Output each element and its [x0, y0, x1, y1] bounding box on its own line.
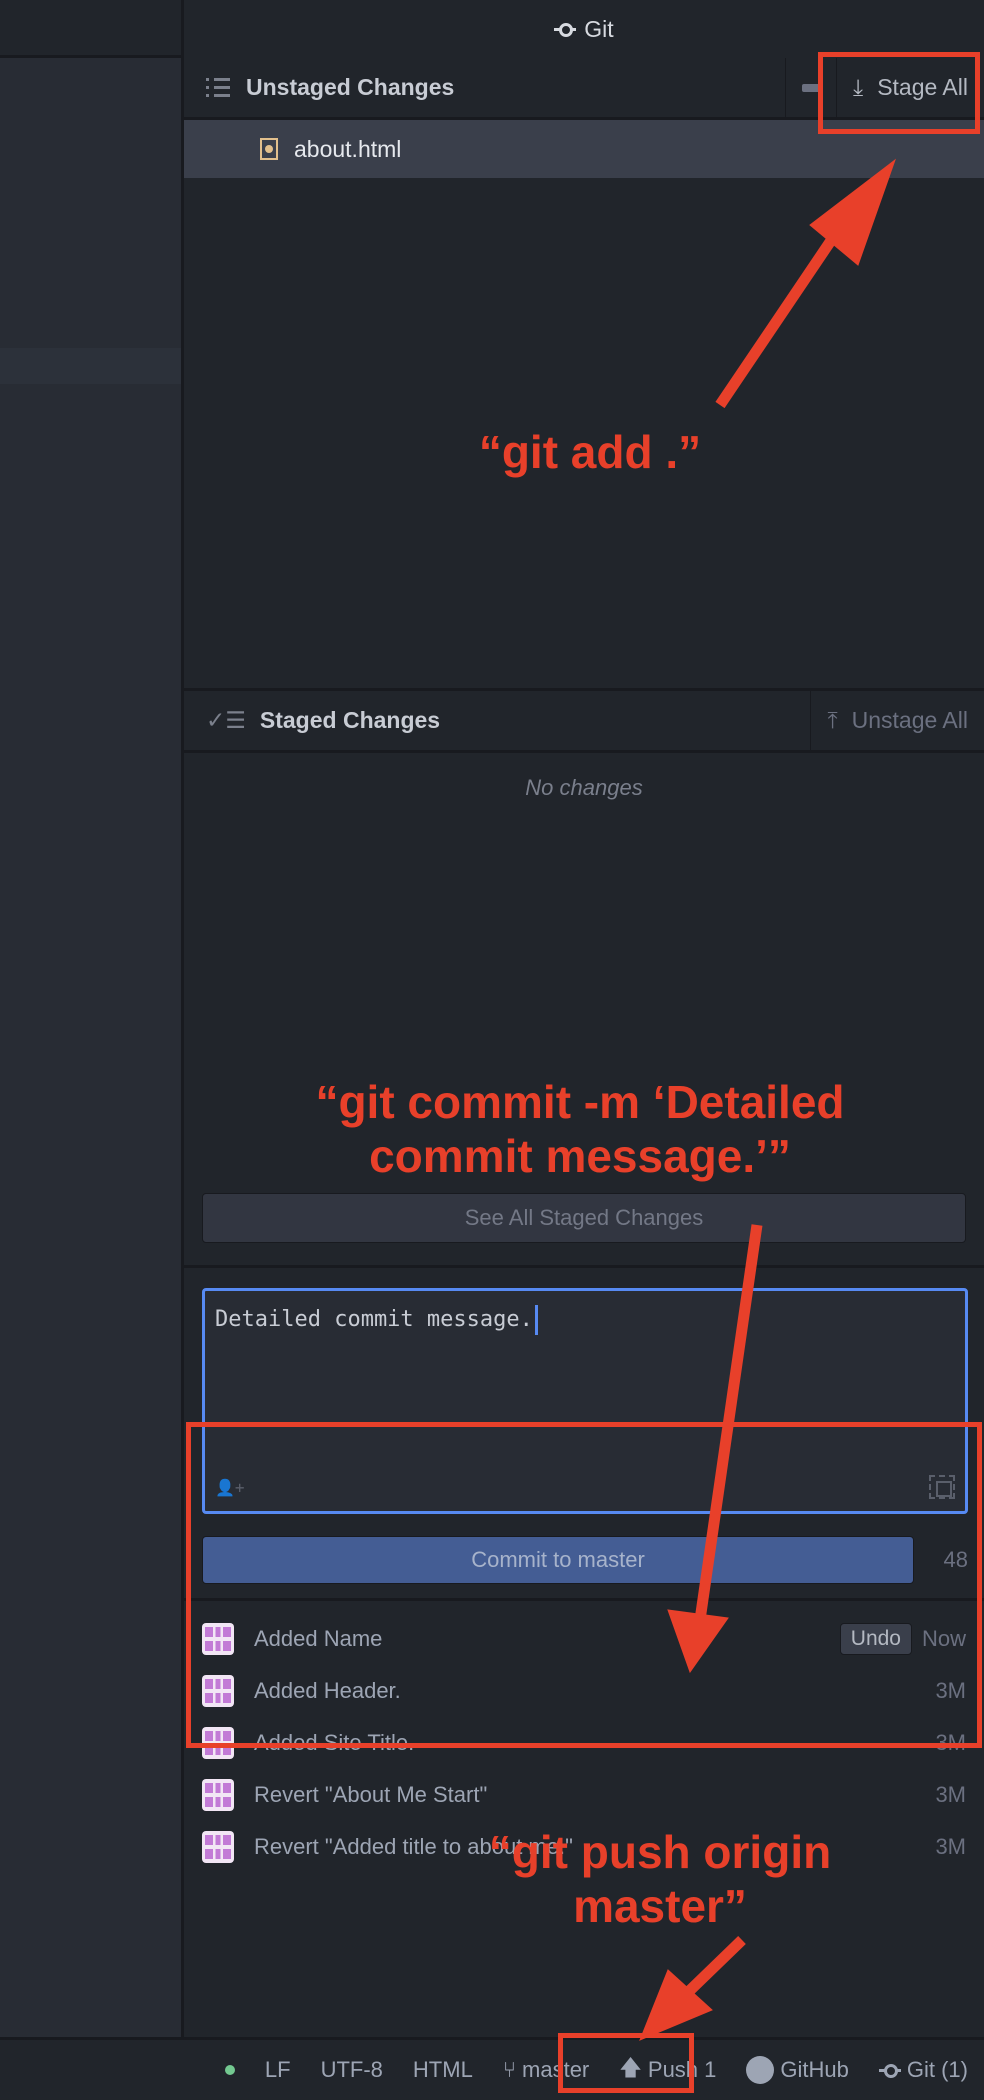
status-bar: LF UTF-8 HTML ⑂ master 🡅 Push 1 GitHub G…: [0, 2037, 984, 2100]
git-commit-icon: [878, 2063, 901, 2078]
line-ending-selector[interactable]: LF: [265, 2057, 291, 2083]
avatar: [202, 1831, 234, 1863]
upload-icon: ⤒: [827, 707, 838, 733]
git-commit-annotation: “git commit -m ‘Detailed commit message.…: [315, 1076, 845, 1183]
file-name: about.html: [294, 135, 402, 162]
git-panel-tab[interactable]: Git: [184, 0, 984, 58]
cursor-line-highlight: [0, 348, 181, 384]
checklist-icon: ✓☰: [206, 707, 246, 733]
staged-header: ✓☰ Staged Changes ⤒ Unstage All: [184, 691, 984, 753]
unstage-all-label: Unstage All: [851, 707, 968, 733]
git-label: Git (1): [906, 2057, 968, 2082]
github-tab-button[interactable]: GitHub: [746, 2056, 849, 2084]
editor-pane: [0, 0, 184, 2037]
staged-title: Staged Changes: [259, 707, 441, 733]
avatar: [202, 1779, 234, 1811]
git-commit-icon: [554, 22, 577, 37]
grammar-selector[interactable]: HTML: [413, 2057, 473, 2083]
unstaged-title: Unstaged Changes: [246, 74, 455, 100]
status-indicator: [224, 2065, 235, 2075]
github-label: GitHub: [780, 2057, 849, 2082]
git-tab-button[interactable]: Git (1): [878, 2057, 968, 2083]
commit-time: 3M: [935, 1834, 966, 1859]
unstage-all-button[interactable]: ⤒ Unstage All: [810, 691, 984, 750]
commit-message-text: Detailed commit message.: [215, 1307, 533, 1332]
list-icon: [206, 76, 232, 100]
status-dot-icon: [224, 2065, 235, 2075]
editor-tab-bar: [0, 0, 181, 58]
text-cursor: [534, 1305, 538, 1335]
git-add-annotation: “git add .”: [478, 426, 702, 478]
push-highlight: [558, 2033, 694, 2093]
no-changes-text: No changes: [525, 775, 643, 800]
encoding-selector[interactable]: UTF-8: [321, 2057, 383, 2083]
git-panel-title: Git: [584, 15, 614, 42]
commit-time: 3M: [935, 1782, 966, 1807]
commit-message: Revert "About Me Start": [254, 1782, 488, 1807]
commit-area-highlight: [186, 1422, 982, 1748]
stage-all-highlight: [818, 52, 980, 134]
github-icon: [746, 2056, 775, 2084]
git-push-annotation: “git push origin master”: [488, 1826, 832, 1933]
see-all-staged-button[interactable]: See All Staged Changes: [202, 1193, 966, 1243]
branch-icon: ⑂: [502, 2057, 517, 2082]
recent-commit-item[interactable]: Revert "About Me Start" 3M: [184, 1769, 984, 1821]
modified-file-icon: [260, 138, 278, 160]
